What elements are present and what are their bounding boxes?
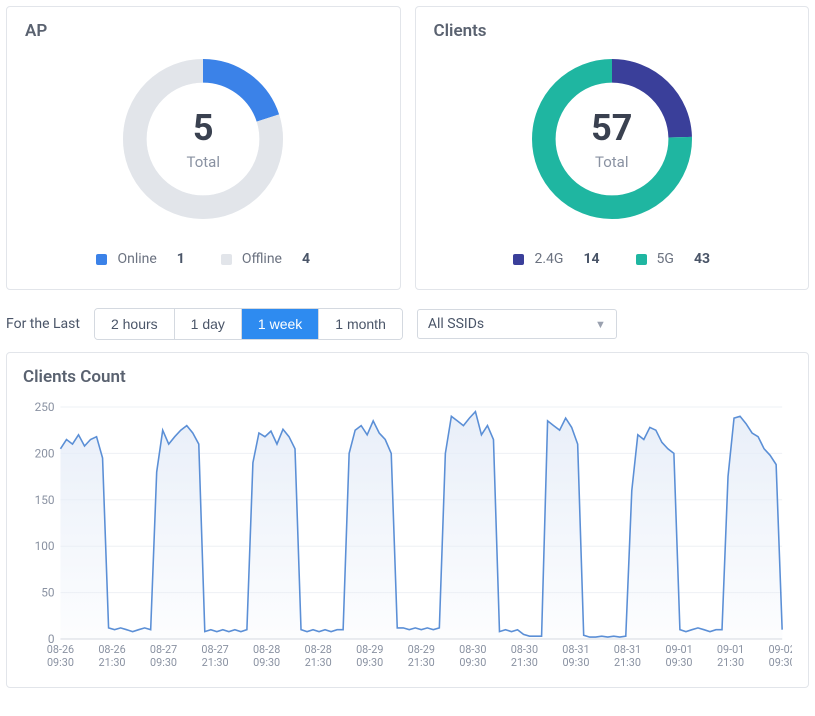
svg-text:08-28: 08-28: [305, 643, 332, 656]
svg-text:09:30: 09:30: [562, 656, 589, 669]
clients-legend: 2.4G 14 5G 43: [513, 251, 710, 267]
svg-text:09:30: 09:30: [459, 656, 486, 669]
ap-online-swatch: [96, 254, 107, 265]
clients-title: Clients: [434, 21, 791, 41]
svg-text:200: 200: [35, 446, 55, 460]
ap-donut-chart: 5 Total: [113, 49, 293, 229]
svg-text:100: 100: [35, 539, 55, 553]
svg-text:21:30: 21:30: [202, 656, 229, 669]
ap-offline-swatch: [221, 254, 232, 265]
clients-5g-value: 43: [694, 251, 710, 267]
ssid-dropdown[interactable]: All SSIDs ▼: [417, 309, 617, 339]
svg-text:09:30: 09:30: [356, 656, 383, 669]
svg-text:21:30: 21:30: [511, 656, 538, 669]
clients-5g-swatch: [636, 254, 647, 265]
svg-text:08-27: 08-27: [201, 643, 228, 656]
svg-text:21:30: 21:30: [305, 656, 332, 669]
clients-card: Clients 57 Total 2.4G 14 5G 43: [415, 6, 810, 290]
svg-text:08-29: 08-29: [356, 643, 383, 656]
svg-text:08-30: 08-30: [459, 643, 486, 656]
clients-legend-24g: 2.4G 14: [513, 251, 599, 267]
svg-text:150: 150: [35, 493, 55, 507]
svg-text:08-27: 08-27: [150, 643, 177, 656]
clients-legend-5g: 5G 43: [636, 251, 710, 267]
svg-text:21:30: 21:30: [99, 656, 126, 669]
svg-text:08-26: 08-26: [98, 643, 125, 656]
svg-text:09:30: 09:30: [150, 656, 177, 669]
ap-total-label: Total: [187, 153, 221, 171]
ap-legend-offline: Offline 4: [221, 251, 310, 267]
for-the-last-label: For the Last: [6, 316, 80, 332]
ap-offline-label: Offline: [242, 251, 282, 267]
svg-text:09:30: 09:30: [666, 656, 693, 669]
time-range-1-day[interactable]: 1 day: [175, 309, 242, 339]
svg-text:21:30: 21:30: [614, 656, 641, 669]
svg-text:08-26: 08-26: [47, 643, 74, 656]
ap-total-value: 5: [193, 107, 214, 149]
clients-24g-swatch: [513, 254, 524, 265]
svg-text:09:30: 09:30: [253, 656, 280, 669]
svg-text:21:30: 21:30: [408, 656, 435, 669]
clients-count-card: Clients Count 05010015020025008-2609:300…: [6, 352, 809, 688]
ap-title: AP: [25, 21, 382, 41]
time-range-1-month[interactable]: 1 month: [319, 309, 402, 339]
ap-legend-online: Online 1: [96, 251, 184, 267]
svg-text:09:30: 09:30: [769, 656, 792, 669]
time-range-group: 2 hours1 day1 week1 month: [94, 308, 403, 340]
controls-row: For the Last 2 hours1 day1 week1 month A…: [6, 308, 809, 340]
clients-5g-label: 5G: [657, 251, 674, 267]
svg-text:08-30: 08-30: [511, 643, 538, 656]
chevron-down-icon: ▼: [595, 318, 606, 331]
svg-text:08-29: 08-29: [408, 643, 435, 656]
ap-card: AP 5 Total Online 1 Offline 4: [6, 6, 401, 290]
svg-text:09-02: 09-02: [768, 643, 792, 656]
svg-text:09-01: 09-01: [717, 643, 744, 656]
svg-text:21:30: 21:30: [717, 656, 744, 669]
ap-legend: Online 1 Offline 4: [96, 251, 310, 267]
ap-offline-value: 4: [302, 251, 310, 267]
clients-count-chart: 05010015020025008-2609:3008-2621:3008-27…: [23, 397, 792, 677]
svg-text:08-31: 08-31: [562, 643, 589, 656]
svg-text:09-01: 09-01: [665, 643, 692, 656]
ssid-selected-label: All SSIDs: [428, 316, 484, 332]
ap-online-label: Online: [117, 251, 156, 267]
svg-text:08-28: 08-28: [253, 643, 280, 656]
time-range-2-hours[interactable]: 2 hours: [95, 309, 175, 339]
clients-count-title: Clients Count: [23, 367, 792, 387]
clients-total-label: Total: [595, 153, 629, 171]
svg-text:50: 50: [41, 586, 55, 600]
ap-online-value: 1: [177, 251, 185, 267]
svg-text:09:30: 09:30: [47, 656, 74, 669]
time-range-1-week[interactable]: 1 week: [242, 309, 319, 339]
clients-24g-value: 14: [583, 251, 599, 267]
clients-total-value: 57: [591, 107, 632, 149]
clients-donut-chart: 57 Total: [522, 49, 702, 229]
svg-text:250: 250: [35, 400, 55, 414]
clients-24g-label: 2.4G: [534, 251, 563, 267]
svg-text:08-31: 08-31: [614, 643, 641, 656]
